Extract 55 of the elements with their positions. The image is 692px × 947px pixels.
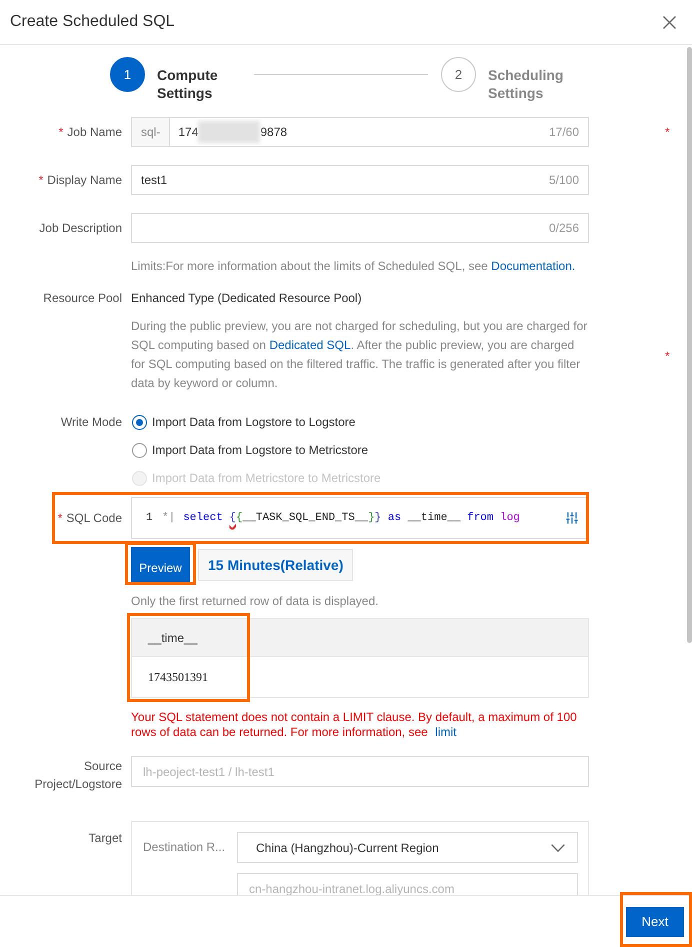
code-editor[interactable]: 1 *| select {{__TASK_SQL_END_TS__}} as __time__ from log <box>131 497 589 539</box>
step-label: Scheduling Settings <box>488 66 564 102</box>
field-label: Job Description <box>38 220 122 237</box>
resource-pool-description: During the public preview, you are not charged for scheduling, but you are charged for SQL computing based on Dedicated SQL. After the public preview, you are charged for SQL computing based on the filtered traffic. The traffic is generated after you filter data by keyword or column. <box>131 318 588 392</box>
time-range-button[interactable]: 15 Minutes(Relative) <box>198 548 354 580</box>
documentation-link[interactable]: Documentation. <box>491 259 576 273</box>
code-line: select {{__TASK_SQL_END_TS__}} as __time__ from log <box>183 512 520 524</box>
field-label: * Display Name <box>38 172 122 189</box>
step-number: 1 <box>110 57 145 92</box>
field-label: Target <box>88 830 122 847</box>
field-label: * SQL Code <box>56 510 122 527</box>
next-button[interactable]: Next <box>626 906 684 936</box>
job-name-field[interactable]: sql- 174 9878 17/60 <box>131 117 589 147</box>
input-value: 9878 <box>260 125 288 139</box>
step-number: 2 <box>441 57 476 92</box>
input-prefix: sql- <box>132 118 170 146</box>
help-text: Limits:For more information about the limits of Scheduled SQL, see Documentation. <box>131 258 576 274</box>
field-label: Write Mode <box>60 414 122 431</box>
char-counter: 5/100 <box>548 173 579 187</box>
radio-label[interactable]: Import Data from Logstore to Logstore <box>152 415 356 429</box>
line-number: 1 <box>146 512 153 524</box>
field-label: Resource Pool <box>42 290 122 307</box>
field-label: Source Project/Logstore <box>34 758 122 793</box>
scrollbar-thumb[interactable] <box>687 47 692 643</box>
resource-pool-value: Enhanced Type (Dedicated Resource Pool) <box>131 290 363 307</box>
dedicated-sql-link[interactable]: Dedicated SQL <box>269 338 351 352</box>
dialog-title: Create Scheduled SQL <box>10 13 175 31</box>
input-value: test1 <box>141 173 168 187</box>
char-counter: 0/256 <box>548 221 579 235</box>
step-label: Compute Settings <box>157 66 219 102</box>
input-value: 174 <box>178 125 198 139</box>
radio-label[interactable]: Import Data from Logstore to Metricstore <box>152 443 368 457</box>
code-prompt: *| <box>162 512 176 524</box>
chevron-down-icon <box>551 844 565 852</box>
display-name-field[interactable]: test1 5/100 <box>131 165 589 195</box>
destination-label: Destination R... <box>142 839 226 856</box>
limit-link[interactable]: limit <box>435 725 456 739</box>
required-mark: * <box>665 125 670 139</box>
preview-button[interactable]: Preview <box>131 547 190 582</box>
radio-label: Import Data from Metricstore to Metricstore <box>152 471 381 485</box>
radio-icon[interactable] <box>132 442 147 458</box>
note-text: Only the first returned row of data is displayed. <box>131 593 380 609</box>
radio-icon[interactable] <box>132 414 147 430</box>
close-icon[interactable] <box>663 16 676 28</box>
char-counter: 17/60 <box>548 125 579 139</box>
warning-text: Your SQL statement does not contain a LIMIT clause. By default, a maximum of 100 rows of data can be returned. For more information, see limit <box>131 710 578 740</box>
table-cell-text: 1743501391 <box>147 670 208 684</box>
input-value: lh-peoject-test1 / lh-test1 <box>143 764 274 778</box>
required-mark: * <box>665 349 670 363</box>
region-select[interactable]: China (Hangzhou)-Current Region <box>237 832 578 863</box>
field-label: * Job Name <box>58 124 122 141</box>
table-header-cell-text: __time__ <box>146 630 198 644</box>
select-value: China (Hangzhou)-Current Region <box>256 840 439 854</box>
input-value: cn-hangzhou-intranet.log.aliyuncs.com <box>249 882 454 895</box>
sliders-icon[interactable] <box>565 511 579 525</box>
